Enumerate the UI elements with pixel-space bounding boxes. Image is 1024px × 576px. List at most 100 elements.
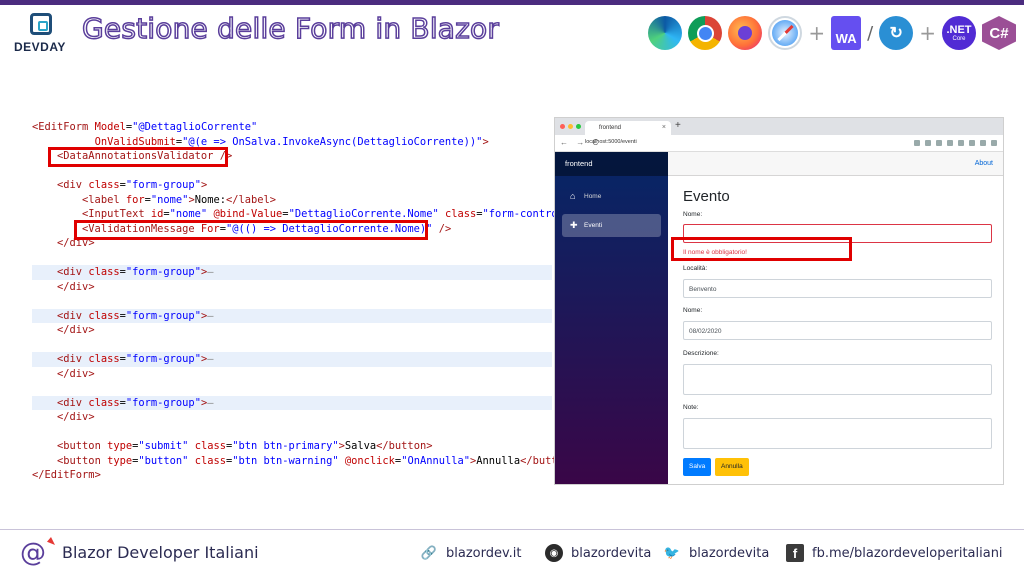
- signalr-icon: ↻: [879, 16, 914, 50]
- code-listing: <EditForm Model="@DettaglioCorrente" OnV…: [32, 120, 589, 483]
- footer-link-website[interactable]: 🔗 blazordev.it: [420, 544, 522, 562]
- descrizione-textarea[interactable]: [683, 364, 992, 395]
- dotnet-core-icon: .NET Core: [942, 16, 976, 50]
- field-label-localita: Località:: [683, 265, 708, 272]
- twitter-icon: 🐦: [663, 545, 681, 561]
- code-line: <button type="button" class="btn btn-war…: [57, 454, 576, 467]
- sidebar-item-home[interactable]: ⌂ Home: [562, 185, 661, 208]
- csharp-icon: C#: [982, 16, 1016, 50]
- browser-tab[interactable]: frontend ×: [585, 121, 671, 135]
- extension-icon[interactable]: [936, 140, 942, 146]
- field-label-nome: Nome:: [683, 211, 703, 218]
- browser-extensions: [914, 140, 997, 146]
- extension-icon[interactable]: [947, 140, 953, 146]
- code-line: <div class="form-group">—: [32, 265, 552, 280]
- localita-input[interactable]: Benvento: [683, 279, 992, 298]
- top-accent-bar: [0, 0, 1024, 5]
- link-icon: 🔗: [420, 545, 438, 561]
- highlight-box-validation-output: [671, 237, 852, 261]
- footer-link-facebook[interactable]: f fb.me/blazordeveloperitaliani: [786, 544, 1003, 562]
- footer-link-text: blazordev.it: [446, 545, 522, 561]
- browser-toolbar: ← → C localhost:5000/eventi: [555, 135, 1003, 152]
- code-line: </div>: [57, 280, 95, 293]
- about-link[interactable]: About: [975, 160, 993, 167]
- plus-separator: +: [919, 21, 936, 45]
- minimize-window-dot[interactable]: [568, 124, 573, 129]
- close-window-dot[interactable]: [560, 124, 565, 129]
- code-line: </div>: [57, 411, 95, 423]
- browser-window: frontend × + ← → C localhost:5000/eventi…: [554, 117, 1004, 485]
- plus-icon: ✚: [570, 220, 578, 230]
- slide: DEVDAY Gestione delle Form in Blazor + W…: [0, 0, 1024, 576]
- highlight-box-validator: [48, 147, 228, 167]
- github-icon: ◉: [545, 544, 563, 562]
- footer-link-text: blazordevita: [571, 545, 652, 561]
- edge-icon: [648, 16, 683, 50]
- sidebar-item-label: Eventi: [584, 222, 603, 229]
- code-line: <EditForm Model="@DettaglioCorrente": [32, 121, 258, 133]
- slide-title: Gestione delle Form in Blazor: [81, 11, 500, 46]
- code-line: <div class="form-group">: [57, 179, 208, 191]
- at-logo-icon: @: [20, 538, 46, 568]
- plus-separator: +: [808, 21, 826, 45]
- code-line: <div class="form-group">—: [32, 352, 552, 367]
- tech-icons-row: + WA / ↻ + .NET Core C#: [648, 16, 1016, 50]
- field-label-descrizione: Descrizione:: [683, 350, 719, 357]
- chrome-icon: [688, 16, 723, 50]
- firefox-icon: [728, 16, 763, 50]
- sidebar-item-label: Home: [584, 193, 602, 200]
- footer-link-github[interactable]: ◉ blazordevita: [545, 544, 651, 562]
- app-brand[interactable]: frontend: [555, 152, 668, 176]
- code-line: </EditForm>: [32, 469, 101, 481]
- address-bar[interactable]: localhost:5000/eventi: [585, 139, 637, 145]
- devday-logo-text: DEVDAY: [14, 40, 66, 54]
- footer: @ Blazor Developer Italiani 🔗 blazordev.…: [0, 530, 1024, 576]
- home-icon: ⌂: [570, 191, 576, 201]
- note-textarea[interactable]: [683, 418, 992, 449]
- extension-icon[interactable]: [958, 140, 964, 146]
- app-sidebar: frontend ⌂ Home ✚ Eventi: [555, 152, 668, 484]
- cancel-button[interactable]: Annulla: [715, 458, 749, 476]
- browser-tab-title: frontend: [599, 125, 622, 131]
- devday-logo-mark: [30, 13, 52, 35]
- window-controls: [560, 124, 581, 129]
- devday-logo: DEVDAY: [14, 13, 70, 55]
- field-label-data: Nome:: [683, 307, 703, 314]
- extension-icon[interactable]: [914, 140, 920, 146]
- save-button[interactable]: Salva: [683, 458, 712, 476]
- app-top-row: About: [668, 152, 1003, 176]
- code-line: <div class="form-group">—: [32, 308, 552, 323]
- code-line: <div class="form-group">—: [32, 395, 552, 410]
- dotnet-label: .NET: [946, 23, 972, 36]
- code-line: </div>: [57, 324, 95, 336]
- dotnet-sub-label: Core: [952, 35, 966, 42]
- footer-link-text: fb.me/blazordeveloperitaliani: [812, 545, 1003, 561]
- webassembly-icon: WA: [831, 16, 862, 50]
- footer-link-twitter[interactable]: 🐦 blazordevita: [663, 544, 769, 562]
- extension-icon[interactable]: [969, 140, 975, 146]
- sidebar-item-eventi[interactable]: ✚ Eventi: [562, 214, 661, 237]
- extension-icon[interactable]: [991, 140, 997, 146]
- field-label-note: Note:: [683, 404, 699, 411]
- extension-icon[interactable]: [980, 140, 986, 146]
- safari-icon: [768, 16, 803, 50]
- code-line: <label for="nome">Nome:</label>: [82, 193, 277, 206]
- browser-tab-bar: frontend × +: [555, 118, 1003, 135]
- app-main: About Evento Nome: Il nome è obbligatori…: [668, 152, 1003, 484]
- maximize-window-dot[interactable]: [576, 124, 581, 129]
- facebook-icon: f: [786, 544, 804, 562]
- date-input[interactable]: 08/02/2020: [683, 321, 992, 340]
- blazor-dev-ita-logo: @: [20, 537, 55, 568]
- page-heading: Evento: [683, 188, 730, 205]
- footer-title: Blazor Developer Italiani: [62, 543, 259, 562]
- tab-close-icon[interactable]: ×: [662, 124, 666, 131]
- new-tab-icon[interactable]: +: [675, 120, 681, 131]
- extension-icon[interactable]: [925, 140, 931, 146]
- code-line: <button type="submit" class="btn btn-pri…: [57, 440, 433, 452]
- highlight-box-validation-message: [74, 220, 428, 240]
